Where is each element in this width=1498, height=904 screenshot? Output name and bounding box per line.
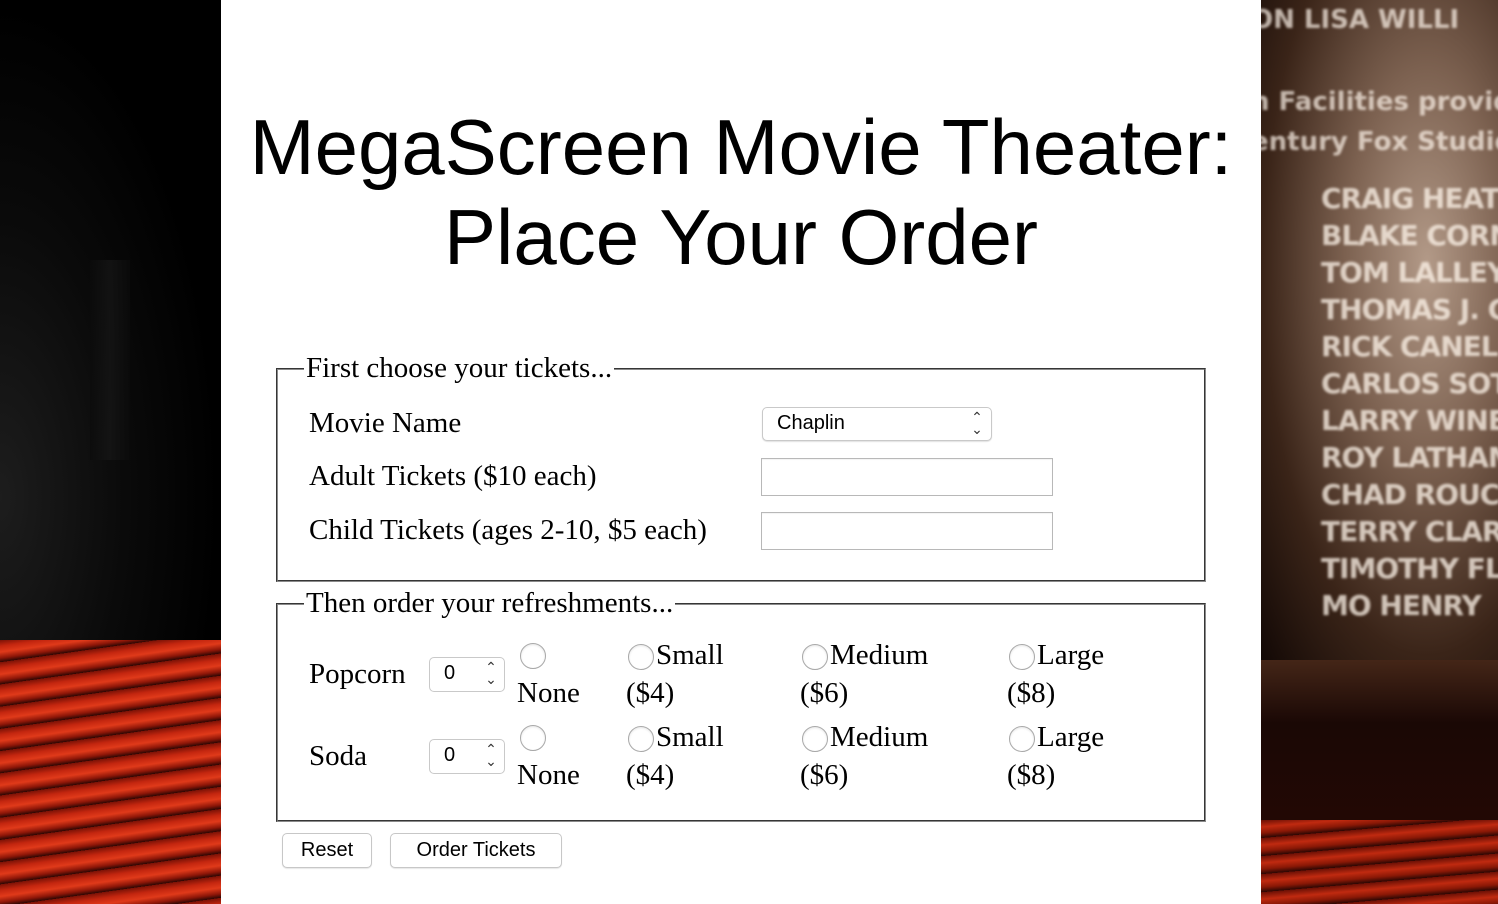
popcorn-size-none-label: None [517,677,580,709]
refreshments-legend: Then order your refreshments... [306,587,674,619]
soda-label: Soda [309,740,367,772]
soda-size-medium-label: Medium ($6) [800,721,929,791]
child-tickets-label: Child Tickets (ages 2-10, $5 each) [309,514,707,546]
adult-tickets-input[interactable] [761,458,1053,496]
child-tickets-input[interactable] [761,512,1053,550]
soda-size-none-label: None [517,759,580,791]
popcorn-label: Popcorn [309,658,406,690]
theater-seats-image [0,640,221,904]
theater-background-left [0,0,221,904]
movie-name-select[interactable]: Chaplin ⌃ ⌄ [762,407,992,441]
select-arrows-icon: ⌃ ⌄ [971,409,983,437]
order-tickets-button[interactable]: Order Tickets [390,833,562,868]
soda-size-large-label: Large ($8) [1007,721,1105,791]
soda-size-small-label: Small ($4) [626,721,724,791]
theater-background-right: ON LISA WILLI n Facilities provide entur… [1261,0,1498,904]
soda-quantity-stepper[interactable]: 0 ⌃ ⌄ [429,739,505,774]
theater-seats-image-right [1261,820,1498,904]
popcorn-size-medium-label: Medium ($6) [800,639,929,709]
background-shadow [90,260,130,460]
stepper-arrows-icon: ⌃ ⌄ [485,659,497,687]
popcorn-size-large-label: Large ($8) [1007,639,1105,709]
order-panel: MegaScreen Movie Theater: Place Your Ord… [221,0,1261,904]
reset-button[interactable]: Reset [282,833,372,868]
screen-credits-list: CRAIG HEATH BLAKE CORN TOM LALLEY THOMAS… [1321,182,1498,622]
screen-credits-top: ON LISA WILLI n Facilities provide entur… [1261,5,1498,157]
popcorn-size-small-label: Small ($4) [626,639,724,709]
adult-tickets-label: Adult Tickets ($10 each) [309,460,597,492]
page-title: MegaScreen Movie Theater: Place Your Ord… [249,103,1233,281]
movie-name-label: Movie Name [309,407,462,439]
stepper-arrows-icon: ⌃ ⌄ [485,741,497,769]
tickets-legend: First choose your tickets... [306,352,613,384]
popcorn-quantity-stepper[interactable]: 0 ⌃ ⌄ [429,657,505,692]
